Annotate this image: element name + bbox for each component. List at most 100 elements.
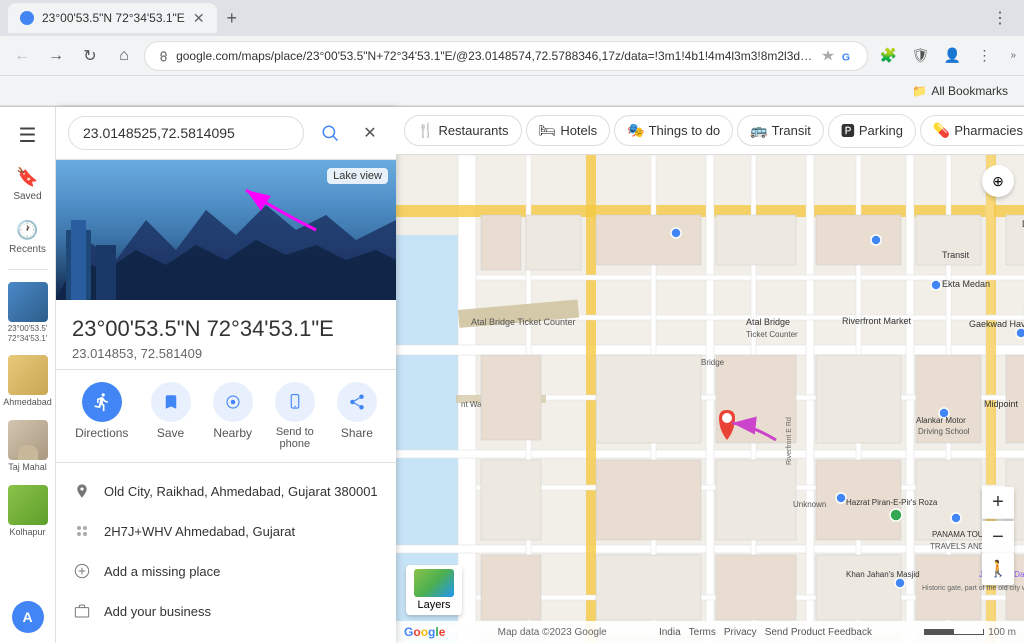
send-to-phone-button[interactable]: Send tophone bbox=[275, 382, 315, 450]
sidebar-item-saved[interactable]: 🔖 Saved bbox=[0, 159, 56, 208]
clear-search-button[interactable]: ✕ bbox=[356, 119, 384, 147]
new-tab-button[interactable]: + bbox=[221, 8, 244, 29]
lock-icon bbox=[157, 49, 170, 63]
address-bar[interactable]: google.com/maps/place/23°00'53.5"N+72°34… bbox=[144, 41, 868, 71]
sidebar-place-taj[interactable]: Taj Mahal bbox=[0, 416, 56, 477]
menu-button[interactable]: ☰ bbox=[8, 115, 48, 155]
place-label-ahmedabad: Ahmedabad bbox=[3, 397, 52, 408]
sidebar-saved-label: Saved bbox=[13, 191, 41, 202]
info-list: Old City, Raikhad, Ahmedabad, Gujarat 38… bbox=[56, 463, 396, 643]
bookmarks-bar: 📁 All Bookmarks bbox=[0, 76, 1024, 106]
map-preview: Lake view bbox=[56, 160, 396, 300]
svg-text:Ticket Counter: Ticket Counter bbox=[746, 330, 798, 339]
sidebar-place-ahmedabad[interactable]: Ahmedabad bbox=[0, 351, 56, 412]
attribution-text: Map data ©2023 Google bbox=[498, 627, 607, 638]
filter-transit[interactable]: 🚌 Transit bbox=[737, 115, 824, 146]
add-business-item[interactable]: Add your business bbox=[56, 591, 396, 631]
svg-text:Transit: Transit bbox=[942, 250, 970, 260]
sidebar-item-recents[interactable]: 🕐 Recents bbox=[0, 212, 56, 261]
compass-icon: ⊕ bbox=[992, 173, 1004, 190]
add-missing-place-text: Add a missing place bbox=[104, 564, 220, 579]
compass-button[interactable]: ⊕ bbox=[982, 165, 1014, 197]
extensions-button[interactable]: 🧩 bbox=[874, 42, 902, 70]
back-button[interactable]: ← bbox=[8, 42, 36, 70]
filter-hotels[interactable]: 🛏 Hotels bbox=[526, 115, 611, 146]
layers-label: Layers bbox=[417, 599, 450, 611]
all-bookmarks-link[interactable]: 📁 All Bookmarks bbox=[906, 82, 1014, 100]
zoom-out-button[interactable]: − bbox=[982, 521, 1014, 553]
reload-button[interactable]: ↻ bbox=[76, 42, 104, 70]
address-text: Old City, Raikhad, Ahmedabad, Gujarat 38… bbox=[104, 484, 378, 499]
home-button[interactable]: ⌂ bbox=[110, 42, 138, 70]
directions-icon bbox=[82, 382, 122, 422]
layers-button[interactable]: Layers bbox=[406, 565, 462, 615]
action-buttons-row: Directions Save Nearby Send tophone bbox=[56, 370, 396, 463]
nearby-icon bbox=[213, 382, 253, 422]
street-view-button[interactable]: 🚶 bbox=[982, 553, 1014, 585]
tab-close-button[interactable]: ✕ bbox=[193, 10, 205, 27]
share-icon bbox=[337, 382, 377, 422]
search-button[interactable] bbox=[312, 115, 348, 151]
nav-icons: 🧩 🛡 👤 ⋮ » bbox=[874, 42, 1016, 70]
hotels-icon: 🛏 bbox=[539, 122, 557, 139]
parking-label: Parking bbox=[859, 123, 903, 138]
map-data-text: Map data ©2023 Google bbox=[498, 627, 607, 638]
save-button[interactable]: Save bbox=[151, 382, 191, 450]
nearby-button[interactable]: Nearby bbox=[213, 382, 253, 450]
restaurants-label: Restaurants bbox=[438, 123, 508, 138]
forward-button[interactable]: → bbox=[42, 42, 70, 70]
location-pin-icon bbox=[72, 481, 92, 501]
send-feedback-link[interactable]: Send Product Feedback bbox=[765, 627, 872, 638]
share-button[interactable]: Share bbox=[337, 382, 377, 450]
terms-link[interactable]: Terms bbox=[689, 627, 716, 638]
svg-text:G: G bbox=[842, 51, 850, 63]
directions-button[interactable]: Directions bbox=[75, 382, 128, 450]
google-e: e bbox=[439, 625, 446, 639]
location-info: 23°00'53.5"N 72°34'53.1"E 23.014853, 72.… bbox=[56, 300, 396, 370]
more-expand-icon[interactable]: » bbox=[1010, 50, 1016, 61]
address-item[interactable]: Old City, Raikhad, Ahmedabad, Gujarat 38… bbox=[56, 471, 396, 511]
recents-icon: 🕐 bbox=[16, 218, 40, 242]
add-label-item[interactable]: Add a label bbox=[56, 631, 396, 643]
search-input[interactable] bbox=[68, 116, 304, 150]
zoom-in-button[interactable]: + bbox=[982, 487, 1014, 519]
add-missing-place-item[interactable]: Add a missing place bbox=[56, 551, 396, 591]
svg-text:Unknown: Unknown bbox=[793, 500, 826, 509]
tab-title: 23°00'53.5"N 72°34'53.1"E bbox=[42, 11, 185, 25]
svg-text:Hazrat Piran-E-Pir's Roza: Hazrat Piran-E-Pir's Roza bbox=[846, 498, 938, 507]
india-link[interactable]: India bbox=[659, 627, 681, 638]
profile-button[interactable]: 👤 bbox=[938, 42, 966, 70]
share-label: Share bbox=[341, 426, 373, 440]
svg-text:Atal Bridge: Atal Bridge bbox=[746, 317, 790, 327]
scale-bar: 100 m bbox=[924, 627, 1016, 638]
tab-overflow-icon[interactable]: ⋮ bbox=[984, 8, 1016, 28]
left-panel: ✕ Lake view bbox=[56, 107, 396, 643]
user-avatar[interactable]: A bbox=[12, 601, 44, 633]
things-icon: 🎭 bbox=[627, 122, 644, 139]
dot bbox=[77, 526, 81, 530]
privacy-link[interactable]: Privacy bbox=[724, 627, 757, 638]
filter-restaurants[interactable]: 🍴 Restaurants bbox=[404, 115, 522, 146]
tab-bar: 23°00'53.5"N 72°34'53.1"E ✕ + ⋮ bbox=[0, 0, 1024, 36]
shield-button[interactable]: 🛡 bbox=[906, 42, 934, 70]
save-label: Save bbox=[157, 426, 184, 440]
pegman-icon: 🚶 bbox=[988, 559, 1008, 579]
map-controls: + − bbox=[982, 487, 1014, 553]
scale-indicator bbox=[924, 629, 984, 635]
filter-things-to-do[interactable]: 🎭 Things to do bbox=[614, 115, 733, 146]
location-decimal: 23.014853, 72.581409 bbox=[72, 346, 380, 361]
search-bar-container: ✕ bbox=[56, 107, 396, 160]
browser-chrome: 23°00'53.5"N 72°34'53.1"E ✕ + ⋮ ← → ↻ ⌂ … bbox=[0, 0, 1024, 107]
map-background[interactable]: Atal Bridge Ticket Counter nt Walk Way E bbox=[396, 155, 1024, 643]
things-label: Things to do bbox=[649, 123, 721, 138]
sidebar-place-kolhapur[interactable]: Kolhapur bbox=[0, 481, 56, 542]
transit-label: Transit bbox=[772, 123, 811, 138]
filter-bar: 🍴 Restaurants 🛏 Hotels 🎭 Things to do 🚌 … bbox=[396, 107, 1024, 155]
svg-text:Midpoint: Midpoint bbox=[984, 399, 1019, 409]
active-tab[interactable]: 23°00'53.5"N 72°34'53.1"E ✕ bbox=[8, 3, 217, 33]
more-button[interactable]: ⋮ bbox=[970, 42, 998, 70]
filter-parking[interactable]: 🅿 Parking bbox=[828, 114, 916, 148]
sidebar-place-current[interactable]: 23°00'53.5'72°34'53.1' bbox=[0, 278, 56, 347]
filter-pharmacies[interactable]: 💊 Pharmacies bbox=[920, 115, 1024, 146]
plus-code-item[interactable]: 2H7J+WHV Ahmedabad, Gujarat bbox=[56, 511, 396, 551]
